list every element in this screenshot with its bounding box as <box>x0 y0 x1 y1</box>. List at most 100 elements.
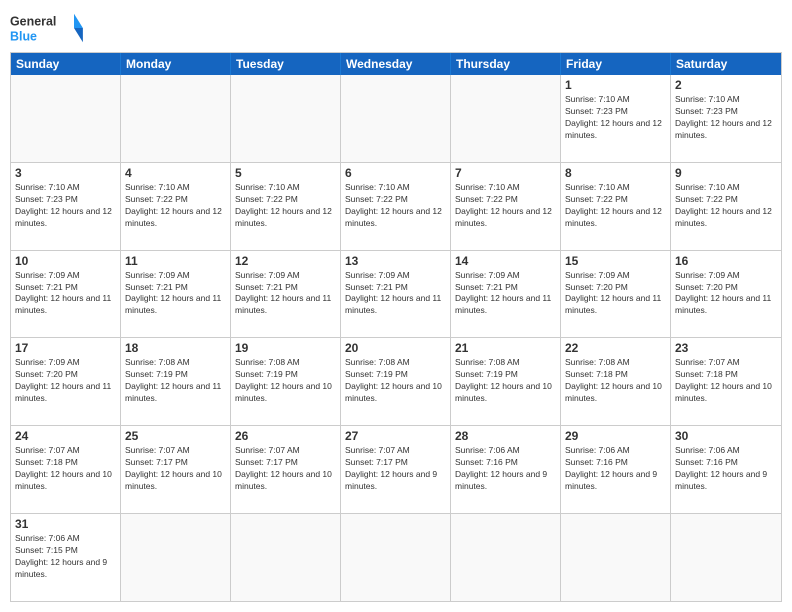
header-cell-tuesday: Tuesday <box>231 53 341 75</box>
cell-info: Sunrise: 7:09 AMSunset: 7:20 PMDaylight:… <box>565 270 666 318</box>
day-number: 27 <box>345 429 446 443</box>
cell-info: Sunrise: 7:07 AMSunset: 7:17 PMDaylight:… <box>345 445 446 493</box>
empty-cell <box>451 75 561 162</box>
day-number: 1 <box>565 78 666 92</box>
day-number: 19 <box>235 341 336 355</box>
day-cell-7: 7 Sunrise: 7:10 AMSunset: 7:22 PMDaylight… <box>451 163 561 250</box>
calendar-row-4: 24Sunrise: 7:07 AMSunset: 7:18 PMDayligh… <box>11 425 781 513</box>
cell-info: Sunrise: 7:10 AMSunset: 7:22 PMDaylight:… <box>455 182 556 230</box>
calendar-header-row: SundayMondayTuesdayWednesdayThursdayFrid… <box>11 53 781 75</box>
day-number: 26 <box>235 429 336 443</box>
day-cell-17: 17Sunrise: 7:09 AMSunset: 7:20 PMDayligh… <box>11 338 121 425</box>
day-cell-29: 29 Sunrise: 7:06 AMSunset: 7:16 PMDayligh… <box>561 426 671 513</box>
cell-info: Sunrise: 7:10 AMSunset: 7:22 PMDaylight:… <box>125 182 226 230</box>
day-number: 12 <box>235 254 336 268</box>
header: General Blue <box>10 10 782 46</box>
day-cell-9: 9Sunrise: 7:10 AMSunset: 7:22 PMDaylight… <box>671 163 781 250</box>
day-cell-6: 6 Sunrise: 7:10 AMSunset: 7:22 PMDaylight… <box>341 163 451 250</box>
day-number: 29 <box>565 429 666 443</box>
cell-info: Sunrise: 7:08 AMSunset: 7:19 PMDaylight:… <box>455 357 556 405</box>
cell-info: Sunrise: 7:07 AMSunset: 7:18 PMDaylight:… <box>15 445 116 493</box>
day-number: 2 <box>675 78 777 92</box>
empty-cell <box>671 514 781 601</box>
day-cell-16: 16 Sunrise: 7:09 AMSunset: 7:20 PMDayligh… <box>671 251 781 338</box>
cell-info: Sunrise: 7:09 AMSunset: 7:21 PMDaylight:… <box>235 270 336 318</box>
cell-info: Sunrise: 7:06 AMSunset: 7:16 PMDaylight:… <box>565 445 666 493</box>
cell-info: Sunrise: 7:08 AMSunset: 7:19 PMDaylight:… <box>345 357 446 405</box>
header-cell-saturday: Saturday <box>671 53 781 75</box>
day-cell-23: 23Sunrise: 7:07 AMSunset: 7:18 PMDayligh… <box>671 338 781 425</box>
calendar-row-1: 3 Sunrise: 7:10 AMSunset: 7:23 PMDaylight… <box>11 162 781 250</box>
day-cell-19: 19 Sunrise: 7:08 AMSunset: 7:19 PMDayligh… <box>231 338 341 425</box>
cell-info: Sunrise: 7:09 AMSunset: 7:21 PMDaylight:… <box>15 270 116 318</box>
day-cell-25: 25 Sunrise: 7:07 AMSunset: 7:17 PMDayligh… <box>121 426 231 513</box>
day-cell-11: 11 Sunrise: 7:09 AMSunset: 7:21 PMDayligh… <box>121 251 231 338</box>
day-cell-28: 28Sunrise: 7:06 AMSunset: 7:16 PMDayligh… <box>451 426 561 513</box>
empty-cell <box>341 75 451 162</box>
day-number: 30 <box>675 429 777 443</box>
cell-info: Sunrise: 7:06 AMSunset: 7:15 PMDaylight:… <box>15 533 116 581</box>
empty-cell <box>231 514 341 601</box>
day-number: 25 <box>125 429 226 443</box>
cell-info: Sunrise: 7:09 AMSunset: 7:21 PMDaylight:… <box>125 270 226 318</box>
day-cell-22: 22Sunrise: 7:08 AMSunset: 7:18 PMDayligh… <box>561 338 671 425</box>
cell-info: Sunrise: 7:08 AMSunset: 7:19 PMDaylight:… <box>235 357 336 405</box>
day-cell-14: 14 Sunrise: 7:09 AMSunset: 7:21 PMDayligh… <box>451 251 561 338</box>
cell-info: Sunrise: 7:08 AMSunset: 7:18 PMDaylight:… <box>565 357 666 405</box>
day-number: 3 <box>15 166 116 180</box>
day-cell-18: 18 Sunrise: 7:08 AMSunset: 7:19 PMDayligh… <box>121 338 231 425</box>
day-number: 28 <box>455 429 556 443</box>
day-cell-2: 2 Sunrise: 7:10 AMSunset: 7:23 PMDaylight… <box>671 75 781 162</box>
calendar-row-3: 17Sunrise: 7:09 AMSunset: 7:20 PMDayligh… <box>11 337 781 425</box>
day-cell-21: 21Sunrise: 7:08 AMSunset: 7:19 PMDayligh… <box>451 338 561 425</box>
cell-info: Sunrise: 7:10 AMSunset: 7:22 PMDaylight:… <box>675 182 777 230</box>
day-cell-31: 31Sunrise: 7:06 AMSunset: 7:15 PMDayligh… <box>11 514 121 601</box>
day-number: 20 <box>345 341 446 355</box>
cell-info: Sunrise: 7:10 AMSunset: 7:23 PMDaylight:… <box>15 182 116 230</box>
cell-info: Sunrise: 7:09 AMSunset: 7:20 PMDaylight:… <box>675 270 777 318</box>
empty-cell <box>121 514 231 601</box>
svg-text:Blue: Blue <box>10 29 37 43</box>
day-number: 16 <box>675 254 777 268</box>
cell-info: Sunrise: 7:10 AMSunset: 7:23 PMDaylight:… <box>675 94 777 142</box>
day-number: 7 <box>455 166 556 180</box>
cell-info: Sunrise: 7:09 AMSunset: 7:21 PMDaylight:… <box>455 270 556 318</box>
day-number: 8 <box>565 166 666 180</box>
calendar-body: 1 Sunrise: 7:10 AMSunset: 7:23 PMDaylight… <box>11 75 781 601</box>
day-cell-3: 3 Sunrise: 7:10 AMSunset: 7:23 PMDaylight… <box>11 163 121 250</box>
day-cell-5: 5 Sunrise: 7:10 AMSunset: 7:22 PMDaylight… <box>231 163 341 250</box>
header-cell-friday: Friday <box>561 53 671 75</box>
day-number: 23 <box>675 341 777 355</box>
empty-cell <box>11 75 121 162</box>
day-number: 15 <box>565 254 666 268</box>
logo: General Blue <box>10 10 90 46</box>
day-cell-20: 20 Sunrise: 7:08 AMSunset: 7:19 PMDayligh… <box>341 338 451 425</box>
cell-info: Sunrise: 7:10 AMSunset: 7:23 PMDaylight:… <box>565 94 666 142</box>
header-cell-thursday: Thursday <box>451 53 561 75</box>
cell-info: Sunrise: 7:09 AMSunset: 7:21 PMDaylight:… <box>345 270 446 318</box>
day-number: 14 <box>455 254 556 268</box>
day-number: 11 <box>125 254 226 268</box>
cell-info: Sunrise: 7:10 AMSunset: 7:22 PMDaylight:… <box>345 182 446 230</box>
svg-text:General: General <box>10 14 56 28</box>
cell-info: Sunrise: 7:10 AMSunset: 7:22 PMDaylight:… <box>565 182 666 230</box>
cell-info: Sunrise: 7:07 AMSunset: 7:17 PMDaylight:… <box>125 445 226 493</box>
day-number: 18 <box>125 341 226 355</box>
cell-info: Sunrise: 7:10 AMSunset: 7:22 PMDaylight:… <box>235 182 336 230</box>
day-number: 6 <box>345 166 446 180</box>
empty-cell <box>231 75 341 162</box>
cell-info: Sunrise: 7:08 AMSunset: 7:19 PMDaylight:… <box>125 357 226 405</box>
day-number: 5 <box>235 166 336 180</box>
day-number: 10 <box>15 254 116 268</box>
header-cell-monday: Monday <box>121 53 231 75</box>
day-cell-12: 12 Sunrise: 7:09 AMSunset: 7:21 PMDayligh… <box>231 251 341 338</box>
empty-cell <box>561 514 671 601</box>
day-cell-24: 24Sunrise: 7:07 AMSunset: 7:18 PMDayligh… <box>11 426 121 513</box>
cell-info: Sunrise: 7:06 AMSunset: 7:16 PMDaylight:… <box>675 445 777 493</box>
day-cell-8: 8 Sunrise: 7:10 AMSunset: 7:22 PMDaylight… <box>561 163 671 250</box>
calendar-row-5: 31Sunrise: 7:06 AMSunset: 7:15 PMDayligh… <box>11 513 781 601</box>
calendar: SundayMondayTuesdayWednesdayThursdayFrid… <box>10 52 782 602</box>
cell-info: Sunrise: 7:09 AMSunset: 7:20 PMDaylight:… <box>15 357 116 405</box>
day-cell-10: 10 Sunrise: 7:09 AMSunset: 7:21 PMDayligh… <box>11 251 121 338</box>
empty-cell <box>121 75 231 162</box>
